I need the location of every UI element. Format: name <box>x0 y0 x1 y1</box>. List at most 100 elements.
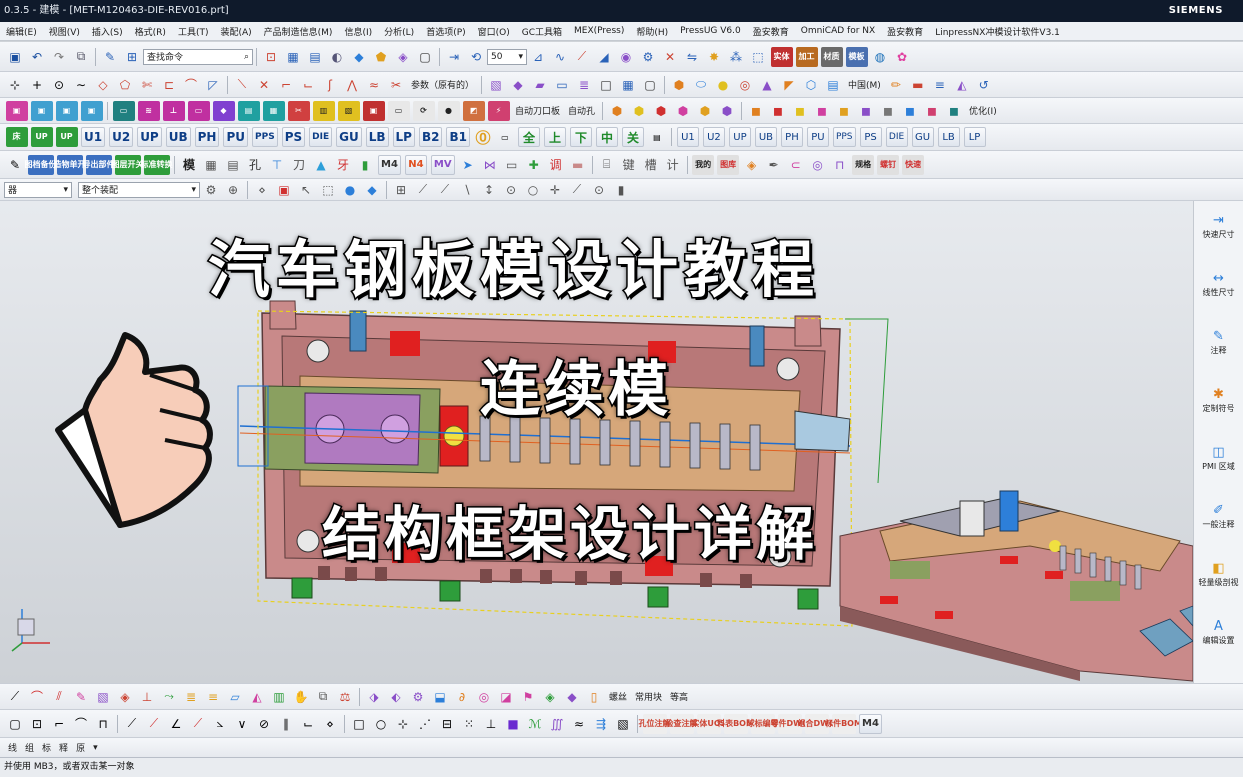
constraint-icon[interactable]: ✕ <box>661 47 680 66</box>
gear-solid-icon[interactable]: ⬢ <box>670 75 689 94</box>
draft-multi-icon[interactable]: ⫽ <box>50 687 69 706</box>
multi-curve-icon[interactable]: ∭ <box>548 714 567 733</box>
plate-insert-button[interactable]: ▦ <box>262 100 285 121</box>
mark-label[interactable]: 标 <box>42 741 51 754</box>
plate-lower[interactable]: 下 <box>569 127 592 147</box>
grid-icon[interactable]: ▦ <box>284 47 303 66</box>
spring-button[interactable]: ≋ <box>137 100 160 121</box>
note-button[interactable]: ✎ 注释 <box>1194 327 1243 375</box>
plus-icon[interactable]: + <box>28 75 47 94</box>
slab-red-icon[interactable]: ▬ <box>568 155 587 174</box>
globe-icon[interactable]: ◍ <box>871 47 890 66</box>
hatch-tool-icon[interactable]: ▧ <box>94 687 113 706</box>
mountain-icon[interactable]: ▲ <box>312 155 331 174</box>
redo-icon[interactable]: ↷ <box>50 47 69 66</box>
knife-icon[interactable]: 刀 <box>290 155 309 174</box>
snap-face-icon[interactable]: ▮ <box>612 180 631 199</box>
plate-middle[interactable]: 中 <box>595 127 618 147</box>
explode-icon[interactable]: ✸ <box>705 47 724 66</box>
pattern-icon[interactable]: ⁂ <box>727 47 746 66</box>
box-blue-icon[interactable]: ◼ <box>901 101 920 120</box>
hook-icon[interactable]: ∂ <box>453 687 472 706</box>
move-icon[interactable]: ⇥ <box>445 47 464 66</box>
menu-assembly[interactable]: 装配(A) <box>214 25 257 38</box>
box-yellow-icon[interactable]: ◼ <box>791 101 810 120</box>
red-slash-icon[interactable]: ⟋ <box>145 714 164 733</box>
material-button[interactable]: 材质 <box>820 46 843 67</box>
snap-cross-icon[interactable]: ✛ <box>546 180 565 199</box>
circle-tool-icon[interactable]: ○ <box>372 714 391 733</box>
right-plate-u2[interactable]: U2 <box>702 127 725 147</box>
snap-circle-icon[interactable]: ○ <box>524 180 543 199</box>
box-orange-icon[interactable]: ◼ <box>747 101 766 120</box>
copy-icon[interactable]: ⧉ <box>72 47 91 66</box>
origin-label[interactable]: 原 <box>76 741 85 754</box>
my-std-button[interactable]: 我的 <box>692 154 715 175</box>
right-plate-pu[interactable]: PU <box>806 127 829 147</box>
scope-filter-select[interactable]: 整个装配 ▾ <box>78 181 200 198</box>
snap-center-icon[interactable]: ⊙ <box>502 180 521 199</box>
right-plate-lp[interactable]: LP <box>963 127 986 147</box>
hatch-icon[interactable]: ▧ <box>487 75 506 94</box>
line-label[interactable]: 线 <box>8 741 17 754</box>
menu-preferences[interactable]: 首选项(P) <box>420 25 471 38</box>
box-teal-icon[interactable]: ◼ <box>945 101 964 120</box>
quick-dim-button[interactable]: ⇥ 快速尺寸 <box>1194 211 1243 259</box>
diamond-button[interactable]: ◆ <box>212 100 235 121</box>
rect-sketch-icon[interactable]: ▢ <box>6 714 25 733</box>
tangent-icon[interactable]: ⊘ <box>255 714 274 733</box>
linear-dim-button[interactable]: ↔ 线性尺寸 <box>1194 269 1243 317</box>
draft-pen-icon[interactable]: ✎ <box>72 687 91 706</box>
right-plate-up[interactable]: UP <box>728 127 751 147</box>
frame-icon[interactable]: ▢ <box>416 47 435 66</box>
menu-yingan-1[interactable]: 盈安教育 <box>747 25 795 38</box>
param-label[interactable]: 参数（原有的） <box>411 78 474 91</box>
general-note-button[interactable]: ✐ 一般注释 <box>1194 501 1243 549</box>
wave-tool-icon[interactable]: ≈ <box>570 714 589 733</box>
cross-icon[interactable]: ✕ <box>255 75 274 94</box>
flag-icon[interactable]: ⚑ <box>519 687 538 706</box>
menu-yingan-2[interactable]: 盈安教育 <box>881 25 929 38</box>
ring-plate-icon[interactable]: ◎ <box>475 687 494 706</box>
route-icon[interactable]: ⤳ <box>160 687 179 706</box>
scale-icon[interactable]: ⚖ <box>336 687 355 706</box>
shell-icon[interactable]: ◭ <box>952 75 971 94</box>
plate-b2[interactable]: B2 <box>418 127 443 147</box>
arc-tool-icon[interactable]: ⌒ <box>72 714 91 733</box>
key-icon[interactable]: 键 <box>619 155 638 174</box>
insert-button[interactable]: ▤ <box>237 100 260 121</box>
right-plate-ps[interactable]: PS <box>859 127 882 147</box>
palette-icon[interactable]: ◈ <box>742 155 761 174</box>
snap-icon[interactable]: ⊡ <box>262 47 281 66</box>
snap-mid-icon[interactable]: ⟋ <box>436 180 455 199</box>
menu-help[interactable]: 帮助(H) <box>630 25 674 38</box>
shade-icon[interactable]: ◐ <box>328 47 347 66</box>
prism-plate-icon[interactable]: ◆ <box>563 687 582 706</box>
stack-plate-icon[interactable]: ≣ <box>182 687 201 706</box>
assembly-icon[interactable]: ⚙ <box>639 47 658 66</box>
m4-bottom-button[interactable]: M4 <box>859 713 882 734</box>
china-menu-label[interactable]: 中国(M) <box>848 78 881 91</box>
panel-square-icon[interactable]: ▭ <box>502 155 521 174</box>
torus-icon[interactable]: ◎ <box>736 75 755 94</box>
spline-icon[interactable]: ∼ <box>72 75 91 94</box>
edit-settings-button[interactable]: A 编辑设置 <box>1194 617 1243 665</box>
snap-end-icon[interactable]: ↕ <box>480 180 499 199</box>
note-button[interactable]: ▧ <box>337 100 360 121</box>
ring-tool-icon[interactable]: ◎ <box>808 155 827 174</box>
right-plate-gu[interactable]: GU <box>911 127 934 147</box>
guide-view-icon[interactable]: ▤ <box>647 128 666 147</box>
box-violet-icon[interactable]: ◼ <box>857 101 876 120</box>
package-icon[interactable]: ▦ <box>202 155 221 174</box>
plate-ub[interactable]: UB <box>165 127 191 147</box>
trim-icon[interactable]: ✄ <box>138 75 157 94</box>
box-gold-icon[interactable]: ◼ <box>835 101 854 120</box>
magnet-icon[interactable]: ⊂ <box>786 155 805 174</box>
die-tool-4[interactable]: ▣ <box>80 100 103 121</box>
chevron-down-icon[interactable]: ▾ <box>93 743 98 753</box>
frame-square-icon[interactable]: ▢ <box>641 75 660 94</box>
select-point-icon[interactable]: ⋄ <box>253 180 272 199</box>
draft-arc-icon[interactable]: ⌒ <box>28 687 47 706</box>
plate-b1[interactable]: B1 <box>446 127 470 147</box>
menu-mex-press[interactable]: MEX(Press) <box>568 26 630 36</box>
